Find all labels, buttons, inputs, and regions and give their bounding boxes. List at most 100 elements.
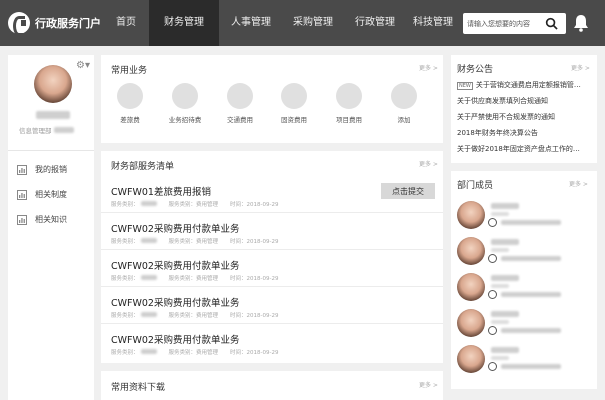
section-title: 财务公告 [457,65,494,75]
downloads-panel: 常用资料下载 更多 > [101,371,443,400]
member-name [491,347,519,353]
nav-finance[interactable]: 财务管理 [149,0,219,46]
service-meta: 服务类别： 服务类别：费用管理 时间：2018-09-29 [111,312,279,319]
section-title: 常用资料下载 [111,383,166,393]
more-link[interactable]: 更多 > [569,179,588,188]
member-title [491,248,509,252]
member-title [491,320,509,324]
member-phone [501,220,561,225]
avatar [457,237,485,265]
nav-tech[interactable]: 科技管理 [406,0,460,46]
sidebar-item-regulations[interactable]: 相关制度 [8,182,94,207]
business-fixed-assets[interactable]: 固资费用 [273,83,315,124]
search-input[interactable] [467,16,541,31]
members-panel: 部门成员 更多 > [451,171,597,389]
section-title: 财务部服务清单 [111,162,175,172]
entertainment-icon [172,83,198,109]
logo[interactable]: 行政服务门户 [8,12,101,36]
notice-item[interactable]: 关于严禁使用不合规发票的通知 [457,112,589,122]
nav-purchase[interactable]: 采购管理 [284,0,342,46]
new-badge: NEW [457,82,473,90]
member-title [491,356,509,360]
member-name [491,203,519,209]
service-meta: 服务类别： 服务类别：费用管理 时间：2018-09-29 [111,349,279,356]
profile-panel: ⚙▾ 信息管理部 我的报销 相关制度 相关知识 [8,55,94,400]
travel-icon [117,83,143,109]
gear-icon[interactable]: ⚙▾ [76,60,90,71]
notice-item[interactable]: 关于供应商发票填列合规通知 [457,96,589,106]
avatar [457,273,485,301]
bell-icon[interactable] [573,14,589,32]
member-phone [501,328,561,333]
add-icon [391,83,417,109]
section-title: 常用业务 [111,66,148,76]
finance-notices-panel: 财务公告 更多 > NEW 关于营销交通费启用定额报销管… 关于供应商发票填列合规… [451,55,597,163]
avatar[interactable] [34,65,72,103]
phone-icon [488,218,497,227]
sidebar-item-label: 相关知识 [35,215,67,224]
service-title: CWFW02采购费用付款单业务 [111,261,240,272]
service-row[interactable]: CWFW02采购费用付款单业务 服务类别： 服务类别：费用管理 时间：2018-09… [101,288,443,324]
service-title: CWFW02采购费用付款单业务 [111,224,240,235]
search-icon[interactable] [545,17,558,30]
business-entertainment[interactable]: 业务招待费 [164,83,206,124]
member-title [491,212,509,216]
member-name [491,311,519,317]
service-meta: 服务类别： 服务类别：费用管理 时间：2018-09-29 [111,238,279,245]
member-title [491,284,509,288]
member-item[interactable] [457,309,587,343]
more-link[interactable]: 更多 > [419,63,438,72]
member-item[interactable] [457,273,587,307]
logo-icon [8,12,30,36]
notice-item[interactable]: 关于做好2018年固定资产盘点工作的… [457,144,589,154]
member-phone [501,256,561,261]
service-title: CWFW02采购费用付款单业务 [111,335,240,346]
nav-home[interactable]: 首页 [104,0,148,46]
service-row[interactable]: CWFW01差旅费用报销 服务类别： 服务类别：费用管理 时间：2018-09-29… [101,177,443,213]
service-row[interactable]: CWFW02采购费用付款单业务 服务类别： 服务类别：费用管理 时间：2018-09… [101,214,443,250]
more-link[interactable]: 更多 > [419,159,438,168]
submit-button[interactable]: 点击提交 [381,183,435,199]
sidebar-item-my-reimbursement[interactable]: 我的报销 [8,157,94,182]
assets-icon [281,83,307,109]
nav-hr[interactable]: 人事管理 [222,0,280,46]
member-item[interactable] [457,345,587,379]
side-links: 我的报销 相关制度 相关知识 [8,150,94,232]
phone-icon [488,254,497,263]
phone-icon [488,290,497,299]
service-row[interactable]: CWFW02采购费用付款单业务 服务类别： 服务类别：费用管理 时间：2018-09… [101,251,443,287]
member-item[interactable] [457,201,587,235]
chart-doc-icon [17,164,27,175]
more-link[interactable]: 更多 > [419,380,438,389]
nav-admin[interactable]: 行政管理 [346,0,404,46]
chart-doc-icon [17,189,27,200]
business-travel[interactable]: 差旅费 [109,83,151,124]
service-row[interactable]: CWFW02采购费用付款单业务 服务类别： 服务类别：费用管理 时间：2018-09… [101,325,443,361]
project-icon [336,83,362,109]
search-box [463,13,566,34]
transport-icon [227,83,253,109]
sidebar-item-label: 相关制度 [35,190,67,199]
member-name [491,275,519,281]
avatar [457,345,485,373]
chart-doc-icon [17,214,27,225]
notice-item[interactable]: NEW 关于营销交通费启用定额报销管… [457,80,589,90]
member-phone [501,292,561,297]
avatar [457,201,485,229]
service-title: CWFW01差旅费用报销 [111,187,211,198]
sidebar-item-label: 我的报销 [35,165,67,174]
app-title: 行政服务门户 [35,17,101,30]
phone-icon [488,326,497,335]
notice-item[interactable]: 2018年财务年终决算公告 [457,128,589,138]
service-title: CWFW02采购费用付款单业务 [111,298,240,309]
business-project[interactable]: 项目费用 [328,83,370,124]
more-link[interactable]: 更多 > [571,63,590,72]
business-add[interactable]: 添加 [383,83,425,124]
service-meta: 服务类别： 服务类别：费用管理 时间：2018-09-29 [111,201,279,208]
sidebar-item-knowledge[interactable]: 相关知识 [8,207,94,232]
member-item[interactable] [457,237,587,271]
service-meta: 服务类别： 服务类别：费用管理 时间：2018-09-29 [111,275,279,282]
business-transport[interactable]: 交通费用 [219,83,261,124]
profile-name [36,111,70,119]
service-list-panel: 财务部服务清单 更多 > CWFW01差旅费用报销 服务类别： 服务类别：费用管理… [101,151,443,363]
